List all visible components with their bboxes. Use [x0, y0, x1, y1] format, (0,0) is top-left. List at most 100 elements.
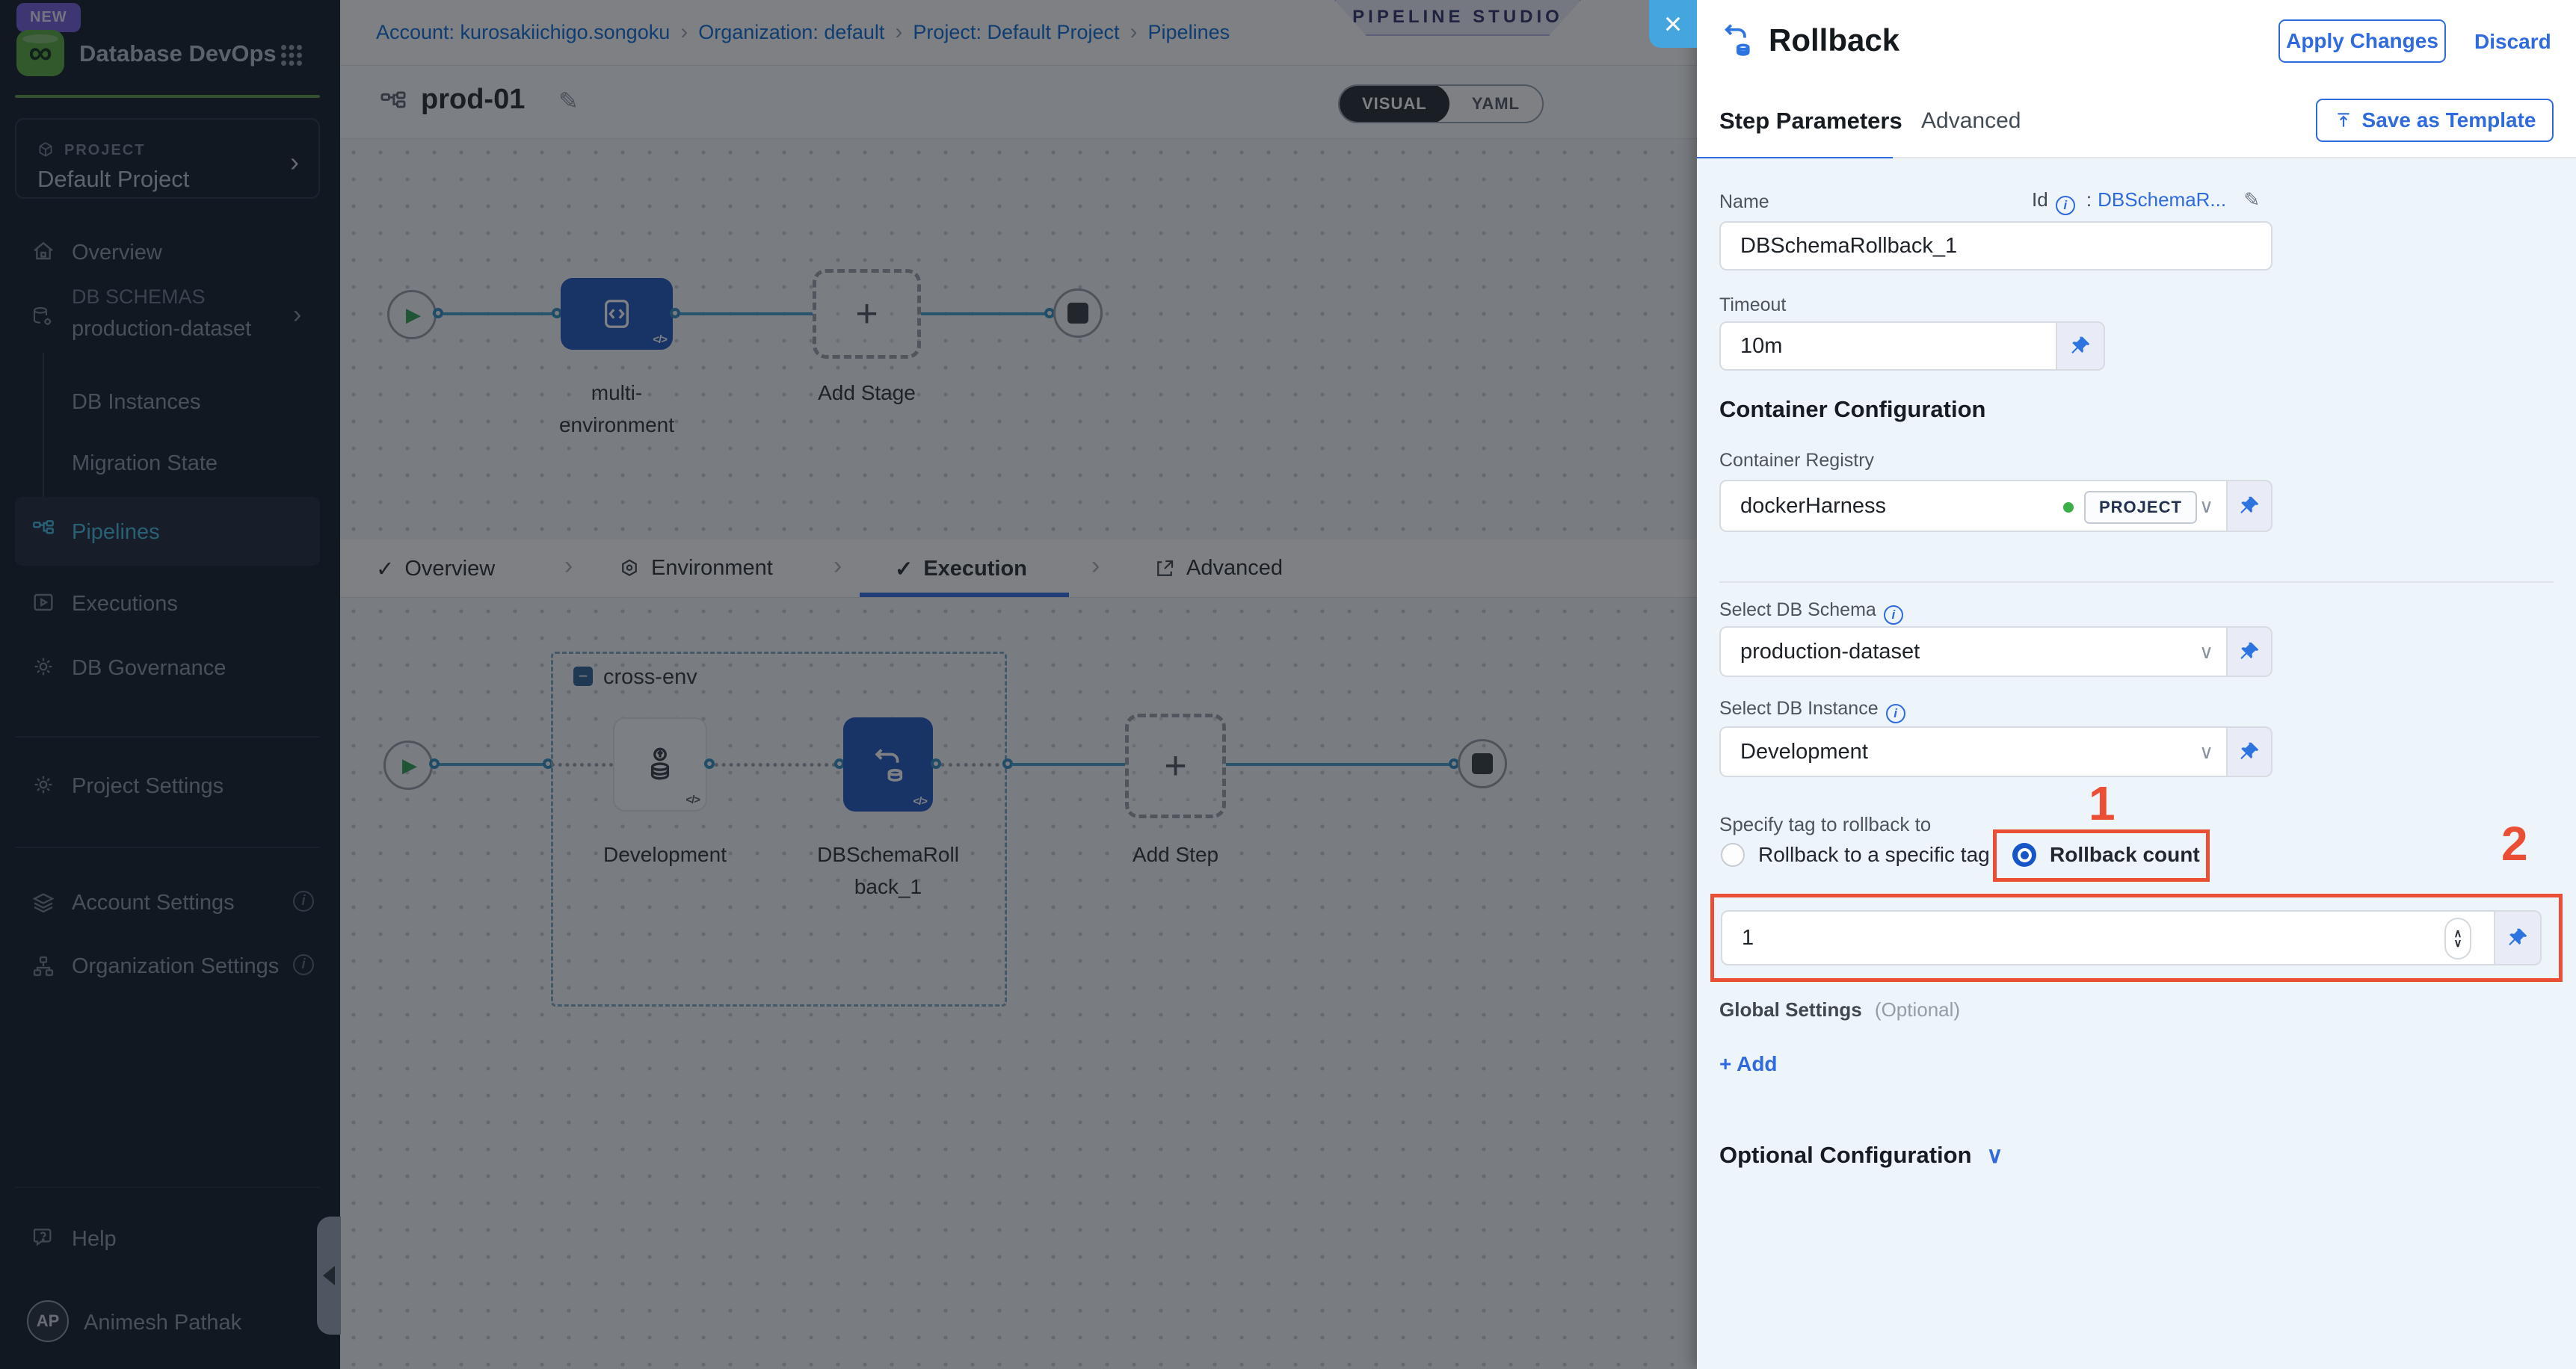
user-avatar[interactable]: AP	[27, 1300, 69, 1342]
timeout-pin-button[interactable]	[2057, 321, 2105, 371]
group-collapse-button[interactable]: −	[573, 667, 593, 686]
schema-info-icon[interactable]: i	[1884, 605, 1903, 625]
pipeline-end-node	[1053, 288, 1103, 338]
toggle-yaml[interactable]: YAML	[1449, 84, 1542, 123]
schema-select[interactable]: production-dataset ∨	[1719, 626, 2228, 677]
number-stepper[interactable]: ∧ ∨	[2444, 918, 2471, 959]
instance-info-icon[interactable]: i	[1886, 704, 1905, 723]
scope-label: PROJECT	[2099, 498, 2182, 516]
tab-advanced-label: Advanced	[1186, 556, 1283, 581]
registry-select[interactable]: dockerHarness PROJECT ∨	[1719, 480, 2228, 532]
tab-step-parameters[interactable]: Step Parameters	[1719, 108, 1902, 135]
sidebar-item-user[interactable]: Animesh Pathak	[84, 1311, 241, 1335]
schema-pin-button[interactable]	[2228, 626, 2273, 677]
db-governance-icon	[31, 655, 55, 679]
add-step-button[interactable]: +	[1125, 714, 1226, 818]
step-node-development[interactable]: </>	[613, 717, 707, 812]
discard-button[interactable]: Discard	[2474, 30, 2551, 54]
tab-environment[interactable]: Environment	[618, 556, 773, 581]
pin-icon	[2506, 927, 2529, 949]
pipeline-name: prod-01	[421, 84, 525, 116]
sidebar-item-db-instances[interactable]: DB Instances	[72, 390, 200, 415]
count-pin-button[interactable]	[2495, 910, 2542, 965]
sidebar-item-executions[interactable]: Executions	[72, 592, 178, 616]
edit-pipeline-icon[interactable]: ✎	[558, 87, 579, 115]
instance-pin-button[interactable]	[2228, 726, 2273, 777]
rollback-count-value: 1	[1742, 926, 1754, 951]
stage-node-multi-environment[interactable]: </>	[561, 278, 673, 350]
collapse-arrow-icon	[323, 1266, 335, 1285]
sidebar-item-db-governance[interactable]: DB Governance	[72, 656, 226, 681]
stage-canvas: ▶ </> + multi-environment Add Sta	[340, 139, 1697, 540]
connector	[1011, 763, 1125, 766]
sidebar-item-db-schemas[interactable]: production-dataset	[72, 317, 251, 342]
project-name: Default Project	[37, 166, 189, 193]
tab-advanced-panel[interactable]: Advanced	[1921, 108, 2021, 134]
sidebar-item-overview[interactable]: Overview	[72, 241, 162, 265]
toggle-visual[interactable]: VISUAL	[1340, 84, 1449, 123]
tab-advanced[interactable]: Advanced	[1153, 556, 1283, 581]
id-value: DBSchemaR...	[2098, 188, 2226, 211]
db-schemas-label: DB SCHEMAS	[72, 285, 206, 309]
add-global-setting-link[interactable]: + Add	[1719, 1052, 1778, 1076]
apply-changes-button[interactable]: Apply Changes	[2278, 19, 2446, 63]
sidebar-collapse-handle[interactable]	[317, 1217, 341, 1335]
registry-chevron-icon[interactable]: ∨	[2199, 495, 2213, 518]
save-as-template-button[interactable]: Save as Template	[2316, 99, 2554, 142]
connector-status-dot	[2063, 502, 2074, 513]
breadcrumb-pipelines[interactable]: Pipelines	[1148, 21, 1230, 43]
connector	[434, 763, 551, 766]
sidebar-item-project-settings[interactable]: Project Settings	[72, 774, 224, 799]
id-info-icon[interactable]: i	[2056, 196, 2075, 215]
add-stage-button[interactable]: +	[813, 269, 921, 359]
connector	[921, 312, 1053, 315]
name-input[interactable]: DBSchemaRollback_1	[1719, 221, 2273, 271]
add-step-label: Add Step	[1125, 838, 1226, 871]
module-grid-icon[interactable]	[278, 42, 305, 69]
sidebar-divider-3	[15, 1187, 320, 1188]
instance-label-text: Select DB Instance	[1719, 698, 1879, 719]
project-settings-icon	[31, 773, 55, 797]
sidebar-item-help[interactable]: Help	[72, 1227, 117, 1252]
account-settings-info-icon[interactable]: i	[293, 891, 314, 912]
tab-execution[interactable]: ✓Execution	[895, 556, 1027, 582]
instance-select[interactable]: Development ∨	[1719, 726, 2228, 777]
breadcrumb-org[interactable]: Organization: default	[698, 21, 884, 43]
stepper-down-icon[interactable]: ∨	[2454, 939, 2462, 948]
optional-config-toggle[interactable]: Optional Configuration ∨	[1719, 1142, 2003, 1169]
edit-id-icon[interactable]: ✎	[2231, 188, 2260, 211]
rollback-count-input[interactable]: 1 ∧ ∨	[1721, 910, 2495, 965]
schemas-chevron-icon[interactable]: ›	[293, 300, 301, 330]
sidebar-item-migration-state[interactable]: Migration State	[72, 451, 218, 476]
global-settings-label: Global Settings (Optional)	[1719, 998, 1960, 1022]
connector-dot	[931, 758, 941, 769]
instance-chevron-icon[interactable]: ∨	[2199, 741, 2213, 764]
sidebar-item-pipelines[interactable]	[15, 497, 320, 566]
tab-separator-icon: ›	[1091, 551, 1100, 581]
breadcrumb-project[interactable]: Project: Default Project	[913, 21, 1119, 43]
breadcrumb-account[interactable]: Account: kurosakiichigo.songoku	[376, 21, 670, 43]
tab-overview[interactable]: ✓Overview	[376, 556, 495, 582]
id-label: Id	[2032, 188, 2048, 211]
instance-label: Select DB Instance i	[1719, 698, 1905, 723]
account-settings-icon	[31, 891, 55, 915]
sidebar-item-account-settings[interactable]: Account Settings	[72, 891, 235, 915]
connector-dot	[429, 758, 440, 769]
apply-changes-label: Apply Changes	[2286, 29, 2438, 53]
timeout-input[interactable]: 10m	[1719, 321, 2057, 371]
connector	[1226, 763, 1458, 766]
sidebar-item-org-settings[interactable]: Organization Settings	[72, 954, 279, 979]
step-node-dbschemarollback[interactable]: </>	[843, 717, 933, 812]
plus-icon: +	[1164, 744, 1186, 788]
radio-specific-label: Rollback to a specific tag	[1758, 843, 1990, 867]
org-settings-info-icon[interactable]: i	[293, 954, 314, 975]
close-panel-button[interactable]: ×	[1649, 0, 1697, 48]
project-chevron-icon[interactable]: ›	[290, 146, 299, 178]
schema-chevron-icon[interactable]: ∨	[2199, 640, 2213, 664]
rollback-step-icon	[867, 744, 909, 785]
registry-scope-badge: PROJECT	[2084, 491, 2197, 524]
radio-specific-tag[interactable]: Rollback to a specific tag	[1721, 843, 1990, 867]
connector-dot	[433, 308, 443, 318]
registry-pin-button[interactable]	[2228, 480, 2273, 532]
add-stage-label: Add Stage	[813, 377, 921, 409]
